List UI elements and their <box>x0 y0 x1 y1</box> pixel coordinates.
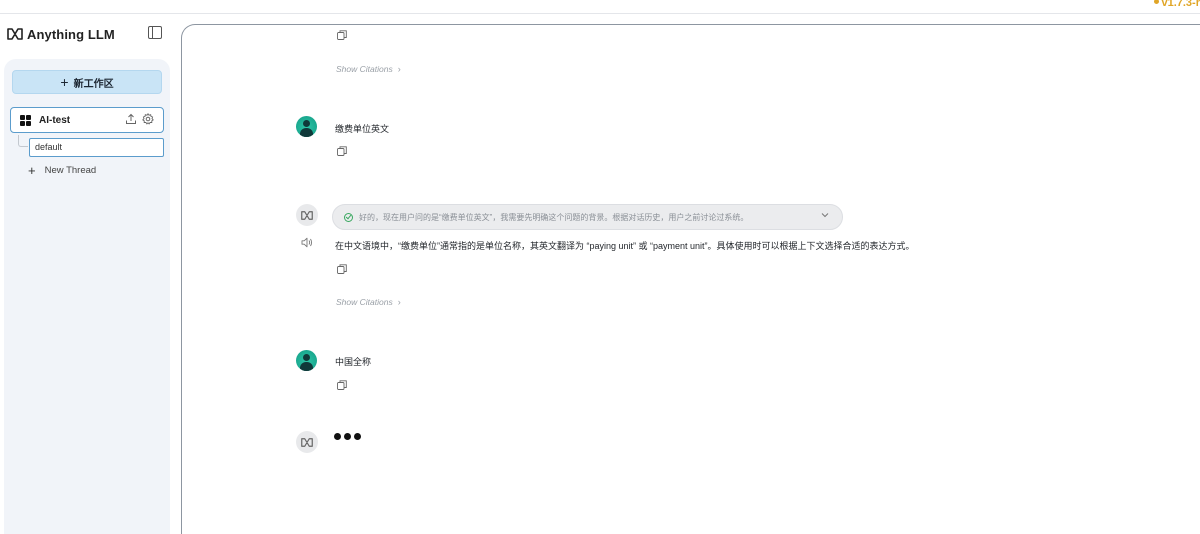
speaker-icon[interactable] <box>301 237 313 248</box>
anything-llm-logo-icon <box>301 210 313 220</box>
sidebar-toggle-icon[interactable] <box>148 26 162 39</box>
version-badge: v1.7.3-r <box>1154 0 1200 9</box>
chevron-down-icon <box>821 213 829 218</box>
chat-area: Show Citations › 缴费单位英文 好的，现在用户问的是“缴费单位英文… <box>181 24 1200 534</box>
workspace-panel: + 新工作区 AI-test default + New Thread <box>4 59 170 534</box>
workspace-grid-icon <box>20 114 31 126</box>
assistant-avatar <box>296 431 318 453</box>
show-citations-button[interactable]: Show Citations › <box>336 297 401 307</box>
gear-icon[interactable] <box>142 113 154 125</box>
upload-icon[interactable] <box>125 113 137 125</box>
user-message-text: 中国全称 <box>335 357 372 367</box>
new-workspace-button[interactable]: + 新工作区 <box>12 70 162 94</box>
brand: Anything LLM <box>7 26 115 42</box>
thread-item-default[interactable]: default <box>29 138 164 157</box>
workspace-item-ai-test[interactable]: AI-test <box>10 107 164 133</box>
anything-llm-logo-icon <box>7 28 23 40</box>
thought-text: 好的，现在用户问的是“缴费单位英文”，我需要先明确这个问题的背景。根据对话历史，… <box>359 212 749 222</box>
plus-icon: + <box>28 162 36 178</box>
anything-llm-logo-icon <box>301 437 313 447</box>
copy-icon[interactable] <box>337 30 347 40</box>
thread-connector <box>18 135 28 147</box>
copy-icon[interactable] <box>337 380 347 390</box>
user-avatar <box>296 350 317 371</box>
copy-icon[interactable] <box>337 146 347 156</box>
assistant-message-text: 在中文语境中，“缴费单位”通常指的是单位名称，其英文翻译为 “paying un… <box>335 241 915 251</box>
workspace-name: AI-test <box>39 114 71 126</box>
show-citations-button[interactable]: Show Citations › <box>336 64 401 74</box>
check-circle-icon <box>344 212 353 222</box>
copy-icon[interactable] <box>337 264 347 274</box>
new-thread-button[interactable]: + New Thread <box>28 162 96 178</box>
user-avatar <box>296 116 317 137</box>
plus-icon: + <box>60 74 69 90</box>
top-bar: v1.7.3-r <box>0 0 1200 14</box>
typing-indicator <box>334 433 361 440</box>
sidebar: Anything LLM + 新工作区 AI-test default + Ne… <box>0 14 176 534</box>
user-message-text: 缴费单位英文 <box>335 124 390 134</box>
thought-summary-toggle[interactable]: 好的，现在用户问的是“缴费单位英文”，我需要先明确这个问题的背景。根据对话历史，… <box>332 204 843 230</box>
app-name: Anything LLM <box>27 26 115 42</box>
assistant-avatar <box>296 204 318 226</box>
